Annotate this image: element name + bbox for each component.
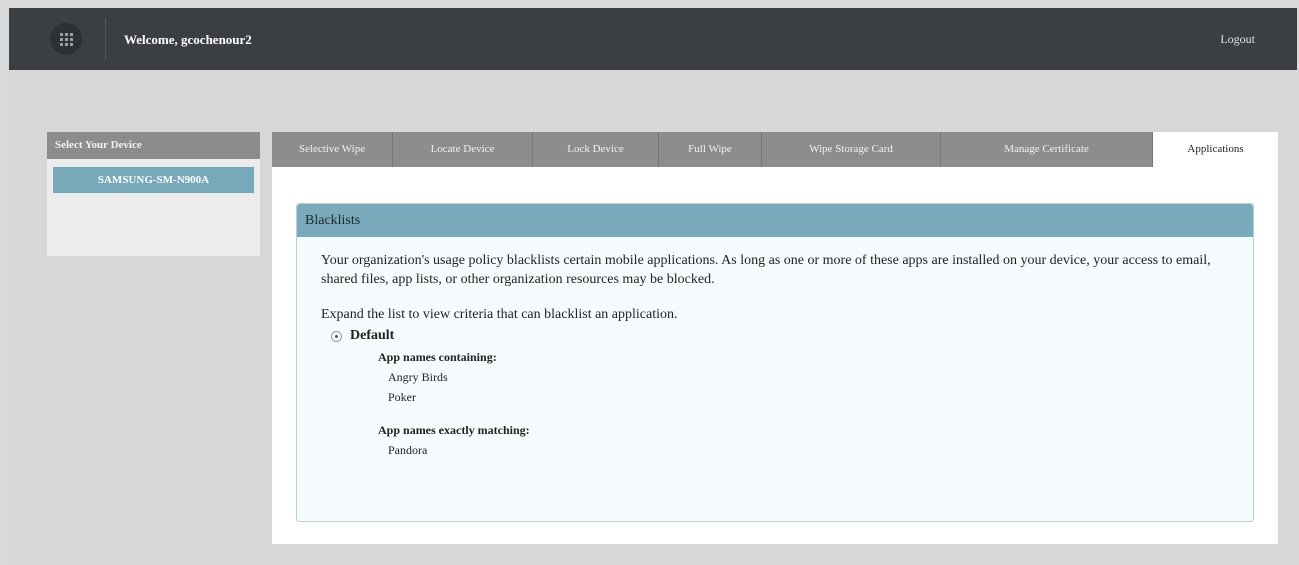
tab-selective-wipe[interactable]: Selective Wipe (272, 132, 393, 167)
blacklists-title: Blacklists (297, 204, 1253, 237)
tab-manage-certificate[interactable]: Manage Certificate (941, 132, 1153, 167)
tab-locate-device[interactable]: Locate Device (393, 132, 533, 167)
logout-link[interactable]: Logout (1220, 32, 1255, 47)
applications-panel: Blacklists Your organization's usage pol… (272, 167, 1278, 544)
radio-expand-icon[interactable] (331, 330, 342, 342)
group-name: Default (350, 328, 395, 343)
tab-lock-device[interactable]: Lock Device (533, 132, 659, 167)
tab-applications[interactable]: Applications (1153, 132, 1278, 167)
welcome-text: Welcome, gcochenour2 (124, 32, 252, 47)
sidebar-title: Select Your Device (47, 132, 260, 159)
top-header: Welcome, gcochenour2 Logout (9, 8, 1297, 70)
group-default[interactable]: Default (331, 328, 1229, 344)
containing-value: Poker (388, 390, 416, 404)
expand-instructions: Expand the list to view criteria that ca… (321, 307, 678, 322)
device-sidebar: Select Your Device SAMSUNG-SM-N900A (47, 132, 260, 256)
containing-value: Angry Birds (388, 370, 448, 384)
tab-full-wipe[interactable]: Full Wipe (659, 132, 762, 167)
device-item[interactable]: SAMSUNG-SM-N900A (53, 167, 254, 193)
action-tabs: Selective Wipe Locate Device Lock Device… (272, 132, 1278, 167)
matching-value: Pandora (388, 443, 428, 457)
tab-wipe-storage-card[interactable]: Wipe Storage Card (762, 132, 941, 167)
matching-label: App names exactly matching: (378, 423, 530, 437)
blacklists-body: Your organization's usage policy blackli… (297, 237, 1253, 458)
policy-text: Your organization's usage policy blackli… (321, 253, 1211, 287)
logo-grid-icon (50, 23, 82, 55)
header-divider (105, 18, 106, 60)
containing-label: App names containing: (378, 350, 497, 364)
blacklists-box: Blacklists Your organization's usage pol… (296, 203, 1254, 522)
